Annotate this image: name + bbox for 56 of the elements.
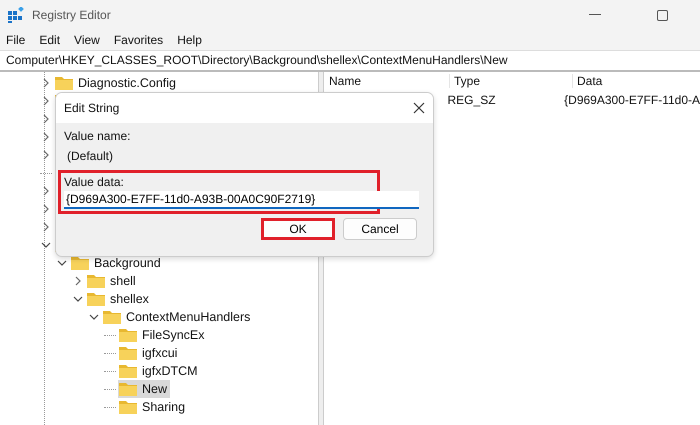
tree-item[interactable]: ContextMenuHandlers [102, 308, 254, 326]
table-cell-text: {D969A300-E7FF-11d0-A [563, 93, 700, 107]
value-name-text: (Default) [66, 148, 114, 165]
chevron-right-icon[interactable] [43, 150, 49, 160]
menu-item[interactable]: Edit [39, 33, 60, 47]
tree-item[interactable]: shell [86, 272, 139, 290]
tree-item[interactable]: shellex [86, 290, 152, 308]
folder-icon [119, 400, 137, 414]
column-header[interactable]: Type [449, 74, 572, 88]
chevron-right-icon[interactable] [43, 132, 49, 142]
maximize-icon[interactable] [657, 10, 668, 20]
chevron-down-icon[interactable] [73, 296, 83, 302]
dialog-button[interactable]: OK [261, 218, 335, 240]
dialog-button[interactable]: Cancel [343, 218, 417, 240]
folder-icon [119, 328, 137, 342]
chevron-right-icon[interactable] [43, 204, 49, 214]
tree-item[interactable]: Sharing [118, 398, 188, 416]
selected-tree-item[interactable]: New [118, 380, 170, 398]
folder-icon [119, 382, 137, 396]
menu-item[interactable]: View [74, 33, 100, 47]
tree-item[interactable]: FileSyncEx [118, 326, 208, 344]
folder-icon [71, 256, 89, 270]
window-title: Registry Editor [32, 8, 111, 22]
chevron-right-icon[interactable] [43, 222, 49, 232]
field-label: Value data: [64, 175, 125, 191]
folder-icon [119, 364, 137, 378]
close-icon[interactable] [413, 102, 425, 114]
tree-item[interactable]: Background [70, 254, 164, 272]
folder-icon [103, 310, 121, 324]
column-header[interactable]: Name [324, 74, 449, 88]
value-data-field[interactable]: {D969A300-E7FF-11d0-A93B-00A0C90F2719} [64, 191, 419, 209]
tree-item[interactable]: Diagnostic.Config [54, 74, 179, 92]
chevron-right-icon[interactable] [43, 78, 49, 88]
minimize-icon[interactable] [589, 14, 601, 16]
menu-item[interactable]: Help [177, 33, 202, 47]
tree-item[interactable]: igfxcui [118, 344, 180, 362]
column-header[interactable]: Data [572, 74, 700, 88]
chevron-right-icon[interactable] [43, 96, 49, 106]
chevron-down-icon[interactable] [57, 260, 67, 266]
app-icon [8, 7, 24, 23]
chevron-down-icon[interactable] [41, 242, 51, 248]
folder-icon [87, 274, 105, 288]
dialog-title: Edit String [64, 101, 120, 115]
folder-icon [119, 346, 137, 360]
folder-icon [87, 292, 105, 306]
chevron-right-icon[interactable] [43, 114, 49, 124]
folder-icon [55, 76, 73, 90]
tree-item[interactable]: igfxDTCM [118, 362, 201, 380]
chevron-right-icon[interactable] [75, 276, 81, 286]
chevron-right-icon[interactable] [43, 186, 49, 196]
address-bar[interactable]: Computer\HKEY_CLASSES_ROOT\Directory\Background\shellex\ContextMenuHandlers\New [0, 50, 700, 72]
field-label: Value name: [63, 129, 132, 145]
menu-item[interactable]: Favorites [114, 33, 164, 47]
table-cell-text: REG_SZ [446, 93, 497, 107]
menu-item[interactable]: File [6, 33, 26, 47]
chevron-down-icon[interactable] [89, 314, 99, 320]
